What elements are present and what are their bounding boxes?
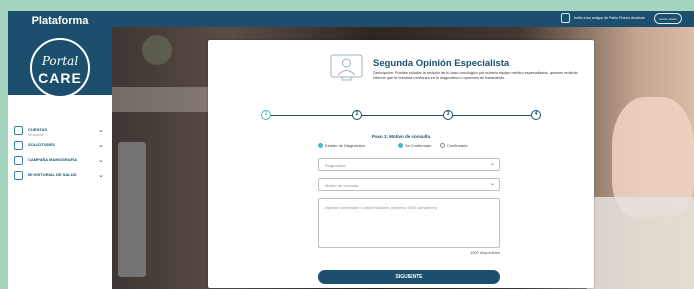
next-button[interactable]: SIGUIENTE [318,270,500,284]
second-opinion-card: Segunda Opinión Especialista Descripción… [208,40,594,288]
chevron-down-icon: ⌄ [98,172,104,179]
diagnosis-select-value: Diagnóstico [325,163,346,168]
step-2[interactable]: 2 [352,110,362,120]
chevron-down-icon: ⌄ [489,181,495,187]
chevron-down-icon: ⌄ [98,157,104,164]
plant-shape [142,35,172,65]
comments-textarea[interactable]: Ingrese comentario u observaciones (máxi… [318,198,500,248]
reason-select[interactable]: Motivo de consulta ⌄ [318,178,500,191]
step-heading: Paso 1: Motivo de consulta [371,134,430,139]
sidebar-item-label: SOLICITUDES [28,142,55,147]
step-indicator: 1 2 3 4 [256,109,546,125]
radio-dot [440,143,445,149]
step-1[interactable]: 1 [261,110,271,120]
sidebar-item-label: CUENTAS [28,127,48,132]
sidebar: Plataforma Portal CARE CUENTAS Mi cuenta… [8,11,112,289]
radio-label: Confirmado [447,143,468,148]
doctor-icon [330,54,363,81]
chevron-down-icon: ⌄ [98,127,104,134]
radio-label: Ya Confirmado [405,143,432,148]
logo-care-text: CARE [38,70,82,86]
health-history-icon [14,171,23,180]
sidebar-item-historial[interactable]: MI HISTORIAL DE SALUD ⌄ [8,170,112,185]
step-4[interactable]: 4 [531,110,541,120]
sidebar-item-solicitudes[interactable]: SOLICITUDES ⌄ [8,140,112,155]
radio-confirmado[interactable]: Confirmado [440,143,468,149]
sidebar-item-sublabel: Mi cuenta [28,133,44,137]
reason-select-value: Motivo de consulta [325,183,359,188]
diagnosis-select[interactable]: Diagnóstico ⌄ [318,158,500,171]
person-shirt-shape [587,197,694,289]
sidebar-menu: CUENTAS Mi cuenta ⌄ SOLICITUDES ⌄ CAMPAÑ… [8,125,112,185]
campaign-icon [14,156,23,165]
comments-placeholder: Ingrese comentario u observaciones (máxi… [325,205,438,210]
character-counter: 1000 disponibles [469,250,500,255]
logout-button[interactable]: Cerrar sesión [654,13,682,24]
sidebar-item-campana[interactable]: CAMPAÑA MAMOGRAFIA ⌄ [8,155,112,170]
chevron-down-icon: ⌄ [98,142,104,149]
user-greeting[interactable]: Invita a tus amigos de Pablo Pinerro Ama… [574,16,645,20]
app-frame: Plataforma Portal CARE CUENTAS Mi cuenta… [8,11,694,289]
account-icon [14,126,23,135]
diagnosis-radio-group: Estado de Diagnóstico Ya Confirmado Conf… [318,143,568,151]
card-title: Segunda Opinión Especialista [373,58,510,69]
sidebar-item-label: MI HISTORIAL DE SALUD [28,172,77,177]
user-icon[interactable] [561,13,570,23]
sidebar-item-label: CAMPAÑA MAMOGRAFIA [28,157,78,162]
portal-care-logo[interactable]: Portal CARE [30,38,90,98]
water-cooler-shape [118,142,146,277]
brand-title: Plataforma [31,15,89,27]
window-sill-shape [112,87,212,112]
step-3[interactable]: 3 [443,110,453,120]
sidebar-item-cuentas[interactable]: CUENTAS Mi cuenta ⌄ [8,125,112,140]
radio-estado-diagnostico[interactable]: Estado de Diagnóstico [318,143,366,149]
radio-ya-confirmado[interactable]: Ya Confirmado [398,143,432,149]
radio-dot [398,143,403,149]
radio-dot [318,143,323,149]
card-description: Descripción: Puedes solicitar la revisió… [373,71,578,80]
top-bar: Invita a tus amigos de Pablo Pinerro Ama… [112,11,694,27]
step-line [266,115,538,116]
logo-portal-text: Portal [41,54,79,68]
chevron-down-icon: ⌄ [489,161,495,167]
radio-label: Estado de Diagnóstico [325,143,366,148]
requests-icon [14,141,23,150]
